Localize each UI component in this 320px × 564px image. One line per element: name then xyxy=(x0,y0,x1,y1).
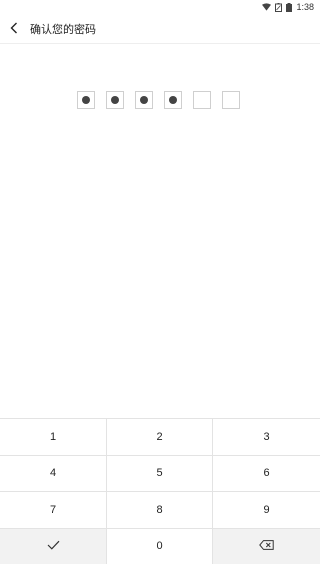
chevron-left-icon xyxy=(10,19,18,38)
key-2[interactable]: 2 xyxy=(107,419,213,456)
key-4[interactable]: 4 xyxy=(0,455,107,492)
key-8[interactable]: 8 xyxy=(107,492,213,529)
check-icon xyxy=(47,540,60,553)
status-time: 1:38 xyxy=(296,2,314,12)
pin-box-2 xyxy=(106,91,124,109)
app-bar: 确认您的密码 xyxy=(0,14,320,44)
key-6[interactable]: 6 xyxy=(213,455,320,492)
pin-dot xyxy=(140,96,148,104)
pin-dot xyxy=(111,96,119,104)
battery-saver-icon xyxy=(275,2,283,12)
key-0[interactable]: 0 xyxy=(107,528,213,564)
pin-indicator xyxy=(77,91,240,109)
delete-button[interactable] xyxy=(213,528,320,564)
status-bar: 1:38 xyxy=(0,0,320,14)
pin-dot xyxy=(82,96,90,104)
page-title: 确认您的密码 xyxy=(30,22,96,36)
key-9[interactable]: 9 xyxy=(213,492,320,529)
number-keypad: 1 2 3 4 5 6 7 8 9 0 xyxy=(0,418,320,564)
back-button[interactable] xyxy=(0,14,28,44)
pin-box-5 xyxy=(193,91,211,109)
wifi-icon xyxy=(262,3,272,11)
confirm-button[interactable] xyxy=(0,528,107,564)
key-3[interactable]: 3 xyxy=(213,419,320,456)
key-5[interactable]: 5 xyxy=(107,455,213,492)
pin-box-6 xyxy=(222,91,240,109)
pin-box-3 xyxy=(135,91,153,109)
battery-icon xyxy=(286,2,293,12)
pin-dot xyxy=(169,96,177,104)
backspace-icon xyxy=(259,539,274,553)
pin-box-1 xyxy=(77,91,95,109)
key-7[interactable]: 7 xyxy=(0,492,107,529)
pin-box-4 xyxy=(164,91,182,109)
key-1[interactable]: 1 xyxy=(0,419,107,456)
